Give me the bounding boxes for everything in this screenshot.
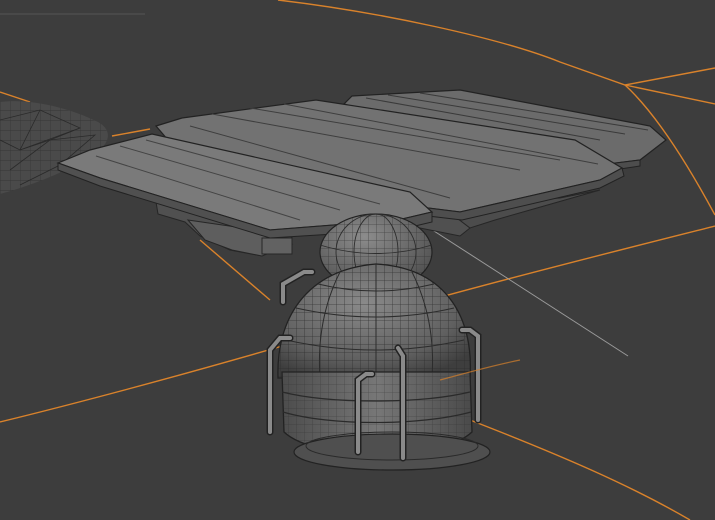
3d-viewport[interactable]	[0, 0, 715, 520]
viewport-canvas[interactable]	[0, 0, 715, 520]
base-ring	[281, 371, 491, 471]
